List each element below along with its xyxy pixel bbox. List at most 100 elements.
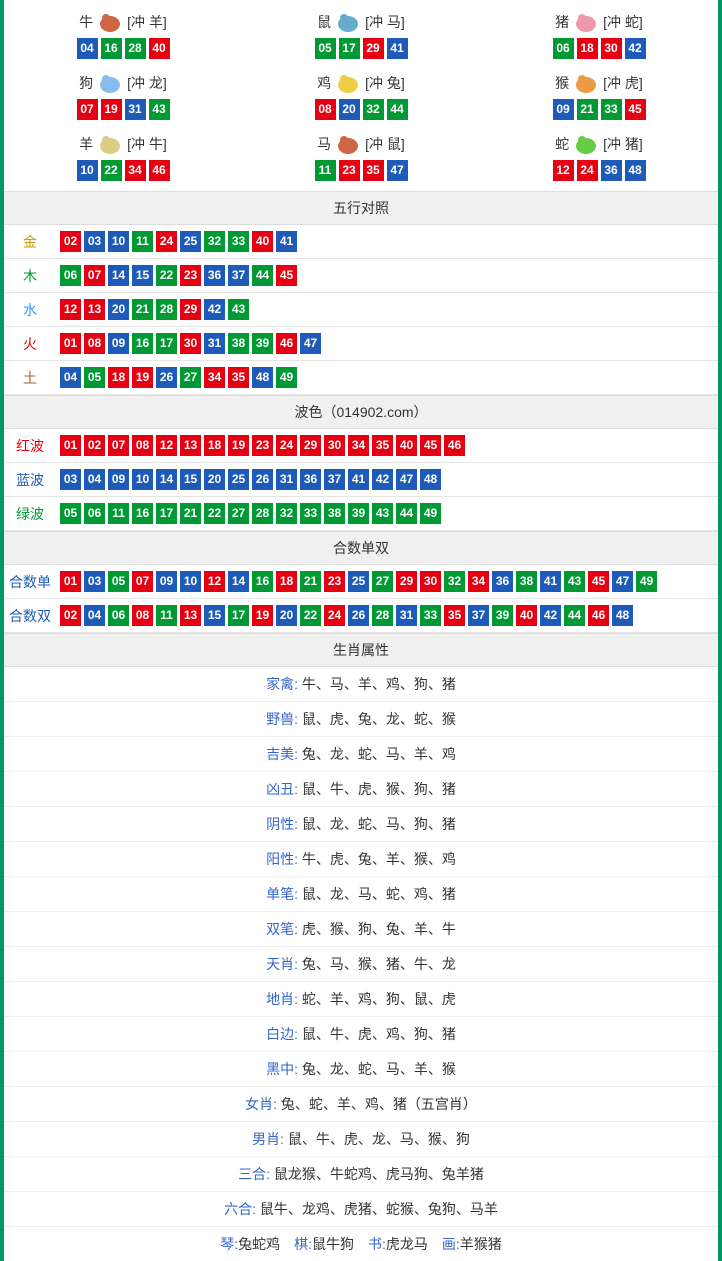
ball-09: 09: [156, 571, 177, 592]
wave-row-绿波: 绿波05061116172122272832333839434449: [4, 497, 718, 531]
attr-label: 六合:: [224, 1201, 260, 1217]
ball-07: 07: [77, 99, 98, 120]
attr-value: 兔、蛇、羊、鸡、猪（五宫肖）: [281, 1096, 477, 1112]
ball-02: 02: [60, 231, 81, 252]
ball-47: 47: [612, 571, 633, 592]
attr-row: 家禽: 牛、马、羊、鸡、狗、猪: [4, 667, 718, 702]
ball-30: 30: [420, 571, 441, 592]
attr-value: 鼠、虎、兔、龙、蛇、猴: [302, 711, 456, 727]
zodiac-grid: 牛[冲 羊]04162840鼠[冲 马]05172941猪[冲 蛇]061830…: [4, 0, 718, 191]
ball-31: 31: [396, 605, 417, 626]
ball-22: 22: [156, 265, 177, 286]
zodiac-conflict: [冲 蛇]: [603, 12, 643, 32]
footer-label: 画:: [442, 1236, 460, 1252]
ball-09: 09: [108, 469, 129, 490]
attr-label: 男肖:: [252, 1131, 288, 1147]
ball-01: 01: [60, 333, 81, 354]
attr-value: 牛、虎、兔、羊、猴、鸡: [302, 851, 456, 867]
attr-row: 三合: 鼠龙猴、牛蛇鸡、虎马狗、兔羊猪: [4, 1157, 718, 1192]
ball-26: 26: [156, 367, 177, 388]
ball-20: 20: [108, 299, 129, 320]
ball-06: 06: [553, 38, 574, 59]
ball-39: 39: [492, 605, 513, 626]
ball-07: 07: [108, 435, 129, 456]
ball-16: 16: [252, 571, 273, 592]
ball-40: 40: [252, 231, 273, 252]
attr-row: 六合: 鼠牛、龙鸡、虎猪、蛇猴、兔狗、马羊: [4, 1192, 718, 1227]
ball-19: 19: [228, 435, 249, 456]
ball-08: 08: [132, 435, 153, 456]
ball-32: 32: [276, 503, 297, 524]
ball-18: 18: [108, 367, 129, 388]
ball-48: 48: [252, 367, 273, 388]
ball-05: 05: [84, 367, 105, 388]
ball-02: 02: [60, 605, 81, 626]
zodiac-icon: [333, 71, 363, 95]
ball-11: 11: [132, 231, 153, 252]
ball-49: 49: [420, 503, 441, 524]
zodiac-name: 狗: [79, 73, 93, 93]
zodiac-猪: 猪[冲 蛇]06183042: [480, 4, 718, 65]
ball-43: 43: [372, 503, 393, 524]
heshu-label: 合数单: [4, 572, 56, 592]
ball-27: 27: [228, 503, 249, 524]
ball-05: 05: [60, 503, 81, 524]
ball-17: 17: [156, 503, 177, 524]
ball-42: 42: [204, 299, 225, 320]
zodiac-icon: [571, 10, 601, 34]
zodiac-icon: [95, 132, 125, 156]
ball-44: 44: [564, 605, 585, 626]
attr-value: 鼠、龙、马、蛇、鸡、猪: [302, 886, 456, 902]
heshu-header: 合数单双: [4, 531, 718, 565]
ball-25: 25: [348, 571, 369, 592]
ball-17: 17: [228, 605, 249, 626]
ball-19: 19: [101, 99, 122, 120]
ball-28: 28: [372, 605, 393, 626]
ball-07: 07: [84, 265, 105, 286]
ball-26: 26: [348, 605, 369, 626]
attr-value: 鼠、龙、蛇、马、狗、猪: [302, 816, 456, 832]
ball-06: 06: [60, 265, 81, 286]
ball-39: 39: [252, 333, 273, 354]
ball-44: 44: [396, 503, 417, 524]
ball-07: 07: [132, 571, 153, 592]
ball-03: 03: [60, 469, 81, 490]
wuxing-row-火: 火0108091617303138394647: [4, 327, 718, 361]
ball-27: 27: [180, 367, 201, 388]
attr-row: 阳性: 牛、虎、兔、羊、猴、鸡: [4, 842, 718, 877]
ball-23: 23: [324, 571, 345, 592]
ball-38: 38: [516, 571, 537, 592]
ball-30: 30: [324, 435, 345, 456]
wuxing-header: 五行对照: [4, 191, 718, 225]
ball-11: 11: [315, 160, 336, 181]
zodiac-conflict: [冲 兔]: [365, 73, 405, 93]
ball-35: 35: [444, 605, 465, 626]
attr-value: 鼠龙猴、牛蛇鸡、虎马狗、兔羊猪: [274, 1166, 484, 1182]
ball-37: 37: [324, 469, 345, 490]
footer-value: 羊猴猪: [460, 1236, 502, 1252]
ball-49: 49: [276, 367, 297, 388]
ball-32: 32: [204, 231, 225, 252]
ball-40: 40: [396, 435, 417, 456]
heshu-row-合数双: 合数双0204060811131517192022242628313335373…: [4, 599, 718, 633]
ball-24: 24: [324, 605, 345, 626]
ball-15: 15: [180, 469, 201, 490]
attrs-section: 家禽: 牛、马、羊、鸡、狗、猪野兽: 鼠、虎、兔、龙、蛇、猴吉美: 兔、龙、蛇、…: [4, 667, 718, 1227]
zodiac-conflict: [冲 马]: [365, 12, 405, 32]
ball-40: 40: [149, 38, 170, 59]
wuxing-label: 土: [4, 368, 56, 388]
ball-23: 23: [339, 160, 360, 181]
ball-42: 42: [540, 605, 561, 626]
ball-43: 43: [564, 571, 585, 592]
attr-row: 凶丑: 鼠、牛、虎、猴、狗、猪: [4, 772, 718, 807]
heshu-row-合数单: 合数单0103050709101214161821232527293032343…: [4, 565, 718, 599]
wuxing-label: 木: [4, 266, 56, 286]
ball-21: 21: [132, 299, 153, 320]
heshu-label: 合数双: [4, 606, 56, 626]
ball-37: 37: [468, 605, 489, 626]
ball-12: 12: [156, 435, 177, 456]
ball-11: 11: [156, 605, 177, 626]
attr-label: 阴性:: [266, 816, 302, 832]
zodiac-icon: [95, 71, 125, 95]
ball-04: 04: [77, 38, 98, 59]
